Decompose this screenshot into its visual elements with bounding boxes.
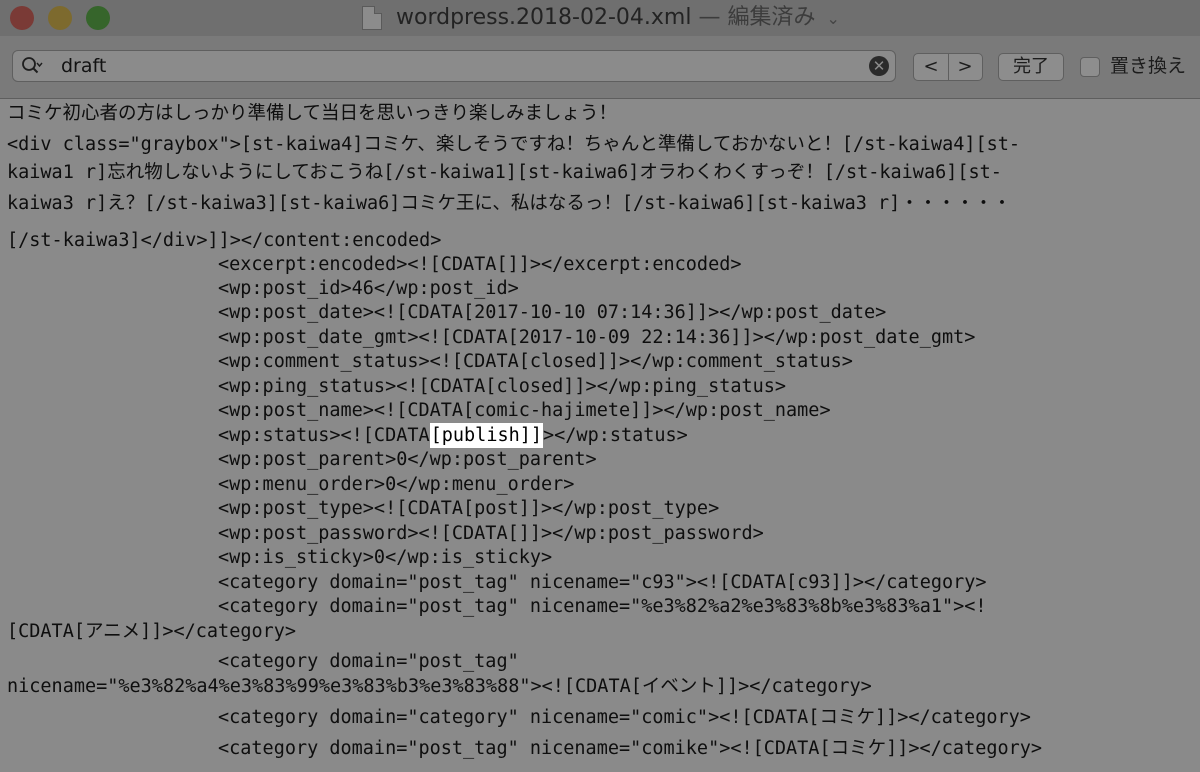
text-line: <category domain="post_tag" nicename="c9… — [218, 572, 987, 593]
text-line: nicename="%e3%82%a4%e3%83%99%e3%83%b3%e3… — [7, 676, 872, 697]
text-line: <category domain="post_tag" nicename="%e… — [218, 596, 987, 617]
chevron-down-icon: ⌄ — [826, 9, 840, 28]
clear-search-icon[interactable]: ✕ — [869, 56, 889, 76]
search-input[interactable]: draft ✕ — [12, 50, 896, 82]
minimize-window-button[interactable] — [48, 6, 72, 30]
text-line: [CDATA[アニメ]]></category> — [7, 621, 297, 642]
title-bar: wordpress.2018-02-04.xml — 編集済み ⌄ — [0, 0, 1200, 36]
search-icon[interactable] — [21, 55, 43, 77]
replace-label: 置き換え — [1110, 55, 1187, 77]
text-line: [/st-kaiwa3]</div>]]></content:encoded> — [7, 230, 442, 251]
text-line: <wp:post_name><![CDATA[comic-hajimete]]>… — [218, 400, 831, 421]
text-line: <category domain="post_tag" — [218, 651, 519, 672]
find-bar: draft ✕ < > 完了 置き換え — [0, 36, 1200, 99]
text-line: <category domain="post_tag" nicename="co… — [218, 738, 1043, 759]
text-line: <wp:post_type><![CDATA[post]]></wp:post_… — [218, 498, 720, 519]
search-value: draft — [61, 55, 107, 77]
text-line: <wp:menu_order>0</wp:menu_order> — [218, 474, 575, 495]
status-line-start: <wp:status><![CDATA — [218, 425, 430, 446]
text-line: <excerpt:encoded><![CDATA[]]></excerpt:e… — [218, 254, 742, 275]
window-title[interactable]: wordpress.2018-02-04.xml — 編集済み ⌄ — [396, 2, 840, 34]
status-line-end: ></wp:status> — [543, 425, 688, 446]
text-line: <wp:post_parent>0</wp:post_parent> — [218, 449, 597, 470]
text-line: <wp:post_date_gmt><![CDATA[2017-10-09 22… — [218, 327, 976, 348]
zoom-window-button[interactable] — [86, 6, 110, 30]
text-line: kaiwa1 r]忘れ物しないようにしておこうね[/st-kaiwa1][st-… — [7, 162, 1002, 183]
search-match-highlight: [publish]] — [429, 423, 544, 448]
find-previous-button[interactable]: < — [914, 54, 949, 80]
text-editor[interactable]: コミケ初心者の方はしっかり準備して当日を思いっきり楽しみましょう！ <div c… — [0, 99, 1200, 772]
text-line: <wp:post_date><![CDATA[2017-10-10 07:14:… — [218, 302, 887, 323]
text-line: <wp:comment_status><![CDATA[closed]]></w… — [218, 351, 853, 372]
text-line: <wp:post_id>46</wp:post_id> — [218, 278, 519, 299]
text-line: <wp:is_sticky>0</wp:is_sticky> — [218, 547, 553, 568]
find-navigation: < > — [913, 53, 983, 81]
text-line: コミケ初心者の方はしっかり準備して当日を思いっきり楽しみましょう！ — [7, 103, 617, 124]
text-line: kaiwa3 r]え？[/st-kaiwa3][st-kaiwa6]コミケ王に、… — [7, 193, 1012, 214]
done-button[interactable]: 完了 — [998, 53, 1064, 81]
replace-checkbox[interactable] — [1080, 57, 1100, 77]
window-title-filename: wordpress.2018-02-04.xml — [396, 5, 692, 30]
window-title-status: — 編集済み — [698, 5, 816, 30]
document-icon — [362, 6, 382, 30]
text-line: <div class="graybox">[st-kaiwa4]コミケ、楽しそう… — [7, 134, 1021, 155]
text-line: <wp:status><![CDATA[publish]]></wp:statu… — [218, 423, 688, 448]
text-line: <category domain="category" nicename="co… — [218, 707, 1031, 728]
text-line: <wp:post_password><![CDATA[]]></wp:post_… — [218, 523, 764, 544]
find-next-button[interactable]: > — [948, 54, 982, 80]
close-window-button[interactable] — [10, 6, 34, 30]
text-line: <wp:ping_status><![CDATA[closed]]></wp:p… — [218, 376, 787, 397]
